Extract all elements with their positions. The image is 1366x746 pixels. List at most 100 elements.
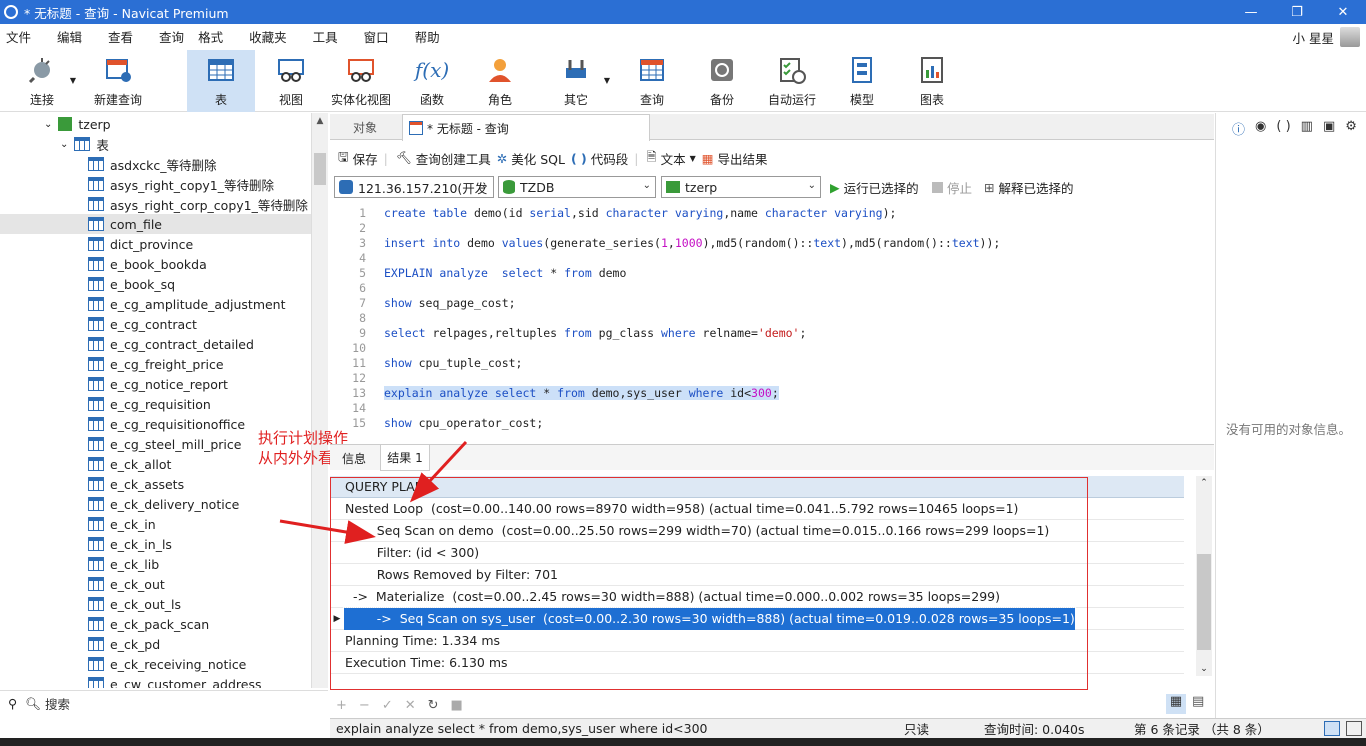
text-mode-button[interactable]: 🗎 文本 ▼ bbox=[647, 148, 696, 169]
menu-edit[interactable]: 编辑 bbox=[57, 27, 82, 46]
table-row[interactable]: Execution Time: 6.130 ms bbox=[330, 652, 1184, 674]
tree-table-item[interactable]: e_ck_pd bbox=[0, 634, 311, 654]
table-row[interactable]: Rows Removed by Filter: 701 bbox=[330, 564, 1184, 586]
query-builder-button[interactable]: 🔨︎ 查询创建工具 bbox=[396, 149, 491, 168]
beautify-sql-button[interactable]: ✲ 美化 SQL bbox=[497, 149, 565, 168]
grid-icon[interactable]: ▥ bbox=[1301, 119, 1313, 138]
toolbar-function-button[interactable]: f(x) 函数 bbox=[410, 50, 454, 112]
settings-icon[interactable]: ⚙︎ bbox=[1345, 119, 1357, 138]
tree-table-item[interactable]: com_file bbox=[0, 214, 311, 234]
plan-cell[interactable]: Execution Time: 6.130 ms bbox=[344, 652, 508, 674]
layout-right-icon[interactable] bbox=[1346, 721, 1362, 736]
collapse-arrow-icon[interactable]: ⌄ bbox=[60, 139, 68, 150]
sql-editor[interactable]: 1 create table demo(id serial,sid charact… bbox=[330, 202, 1214, 442]
search-input[interactable]: 搜索 bbox=[45, 694, 70, 713]
menu-tools[interactable]: 工具 bbox=[313, 27, 338, 46]
tree-table-item[interactable]: e_cg_requisition bbox=[0, 394, 311, 414]
tree-table-item[interactable]: e_cg_amplitude_adjustment bbox=[0, 294, 311, 314]
tree-table-item[interactable]: e_ck_lib bbox=[0, 554, 311, 574]
plan-cell[interactable]: Planning Time: 1.334 ms bbox=[344, 630, 500, 652]
toolbar-role-button[interactable]: 角色 bbox=[478, 50, 522, 112]
tree-table-item[interactable]: e_cg_contract_detailed bbox=[0, 334, 311, 354]
tree-table-item[interactable]: e_cg_contract bbox=[0, 314, 311, 334]
toolbar-model-button[interactable]: 模型 bbox=[840, 50, 884, 112]
export-results-button[interactable]: ▦ 导出结果 bbox=[702, 149, 768, 168]
tree-table-item[interactable]: e_ck_out_ls bbox=[0, 594, 311, 614]
tab-result-1[interactable]: 结果 1 bbox=[380, 445, 430, 471]
run-selected-button[interactable]: ▶ 运行已选择的 bbox=[830, 178, 919, 197]
save-button[interactable]: 🖫 保存 bbox=[338, 148, 378, 169]
plan-cell[interactable]: Rows Removed by Filter: 701 bbox=[344, 564, 558, 586]
toolbar-materialized-view-button[interactable]: 实体化视图 bbox=[328, 50, 394, 112]
toolbar-new-query-button[interactable]: 新建查询 bbox=[88, 50, 148, 112]
tree-tables-folder[interactable]: ⌄ 表 bbox=[0, 134, 311, 154]
apply-icon[interactable]: ✓ bbox=[382, 698, 393, 713]
filter-icon[interactable]: ⚲ bbox=[8, 696, 17, 711]
table-row[interactable]: ▶ -> Seq Scan on sys_user (cost=0.00..2.… bbox=[330, 606, 1184, 631]
toolbar-query-button[interactable]: 查询 bbox=[630, 50, 674, 112]
column-header-query-plan[interactable]: QUERY PLAN bbox=[344, 476, 424, 498]
tree-table-item[interactable]: e_book_sq bbox=[0, 274, 311, 294]
menu-window[interactable]: 窗口 bbox=[364, 27, 389, 46]
tree-table-item[interactable]: e_ck_assets bbox=[0, 474, 311, 494]
info-icon[interactable]: ⓘ bbox=[1232, 119, 1245, 138]
stop-icon[interactable]: ■ bbox=[451, 698, 463, 713]
toolbar-backup-button[interactable]: 备份 bbox=[700, 50, 744, 112]
table-row[interactable]: Filter: (id < 300) bbox=[330, 542, 1184, 564]
tree-table-item[interactable]: asys_right_copy1_等待删除 bbox=[0, 174, 311, 194]
tree-table-item[interactable]: e_ck_receiving_notice bbox=[0, 654, 311, 674]
plan-cell[interactable]: Seq Scan on demo (cost=0.00..25.50 rows=… bbox=[344, 520, 1050, 542]
tree-table-item[interactable]: e_book_bookda bbox=[0, 254, 311, 274]
tree-scrollbar[interactable]: ▲ bbox=[312, 113, 328, 688]
tree-search-bar[interactable]: ⚲ 🔍︎ 搜索 bbox=[0, 690, 328, 716]
plan-cell[interactable]: -> Seq Scan on sys_user (cost=0.00..2.30… bbox=[343, 606, 1076, 631]
tree-table-item[interactable]: e_cg_freight_price bbox=[0, 354, 311, 374]
tree-table-item[interactable]: e_ck_in bbox=[0, 514, 311, 534]
tab-objects[interactable]: 对象 bbox=[330, 114, 400, 140]
tree-table-item[interactable]: e_cg_notice_report bbox=[0, 374, 311, 394]
toolbar-automation-button[interactable]: 自动运行 bbox=[764, 50, 820, 112]
collapse-arrow-icon[interactable]: ⌄ bbox=[44, 119, 52, 130]
minimize-button[interactable]: — bbox=[1228, 0, 1274, 24]
code-snippet-button[interactable]: ( ) 代码段 bbox=[571, 149, 628, 168]
tree-table-item[interactable]: dict_province bbox=[0, 234, 311, 254]
discard-icon[interactable]: ✕ bbox=[405, 698, 416, 713]
tree-table-item[interactable]: asdxckc_等待删除 bbox=[0, 154, 311, 174]
database-select[interactable]: TZDB ⌄ bbox=[498, 176, 656, 198]
user-account[interactable]: 小 星星 bbox=[1293, 24, 1360, 50]
tab-query[interactable]: * 无标题 - 查询 bbox=[402, 114, 650, 141]
brackets-icon[interactable]: ( ) bbox=[1276, 119, 1290, 138]
toolbar-connection-button[interactable]: ▼ 连接 bbox=[20, 50, 76, 112]
grid-view-icon[interactable]: ▦ bbox=[1166, 694, 1186, 714]
table-row[interactable]: -> Materialize (cost=0.00..2.45 rows=30 … bbox=[330, 586, 1184, 608]
grid-header[interactable]: QUERY PLAN bbox=[330, 476, 1184, 498]
menu-file[interactable]: 文件 bbox=[6, 27, 31, 46]
grid-scrollbar[interactable]: ⌃ ⌄ bbox=[1196, 476, 1212, 676]
server-select[interactable]: 121.36.157.210(开发 ⌄ bbox=[334, 176, 494, 198]
table-row[interactable]: Nested Loop (cost=0.00..140.00 rows=8970… bbox=[330, 498, 1184, 520]
tree-table-item[interactable]: e_cw_customer_address bbox=[0, 674, 311, 688]
close-button[interactable]: ✕ bbox=[1320, 0, 1366, 24]
refresh-icon[interactable]: ↻ bbox=[428, 698, 439, 713]
tree-table-item[interactable]: e_ck_out bbox=[0, 574, 311, 594]
panel-icon[interactable]: ▣ bbox=[1323, 119, 1335, 138]
table-row[interactable]: Seq Scan on demo (cost=0.00..25.50 rows=… bbox=[330, 520, 1184, 542]
plan-cell[interactable]: -> Materialize (cost=0.00..2.45 rows=30 … bbox=[344, 586, 1000, 608]
toolbar-chart-button[interactable]: 图表 bbox=[910, 50, 954, 112]
schema-select[interactable]: tzerp ⌄ bbox=[661, 176, 821, 198]
menu-help[interactable]: 帮助 bbox=[415, 27, 440, 46]
tree-table-item[interactable]: asys_right_corp_copy1_等待删除 bbox=[0, 194, 311, 214]
toolbar-other-button[interactable]: ▼ 其它 bbox=[554, 50, 610, 112]
plan-cell[interactable]: Nested Loop (cost=0.00..140.00 rows=8970… bbox=[344, 498, 1018, 520]
stop-button[interactable]: 停止 bbox=[932, 178, 972, 197]
delete-record-icon[interactable]: − bbox=[359, 698, 370, 713]
menu-view[interactable]: 查看 bbox=[108, 27, 133, 46]
maximize-button[interactable]: ❐ bbox=[1274, 0, 1320, 24]
form-view-icon[interactable]: ▤ bbox=[1192, 694, 1204, 709]
tab-info[interactable]: 信息 bbox=[330, 447, 378, 469]
tree-table-item[interactable]: e_ck_in_ls bbox=[0, 534, 311, 554]
table-row[interactable]: Planning Time: 1.334 ms bbox=[330, 630, 1184, 652]
tree-table-item[interactable]: e_ck_delivery_notice bbox=[0, 494, 311, 514]
tree-table-item[interactable]: e_ck_pack_scan bbox=[0, 614, 311, 634]
tree-schema[interactable]: ⌄ tzerp bbox=[0, 114, 311, 134]
